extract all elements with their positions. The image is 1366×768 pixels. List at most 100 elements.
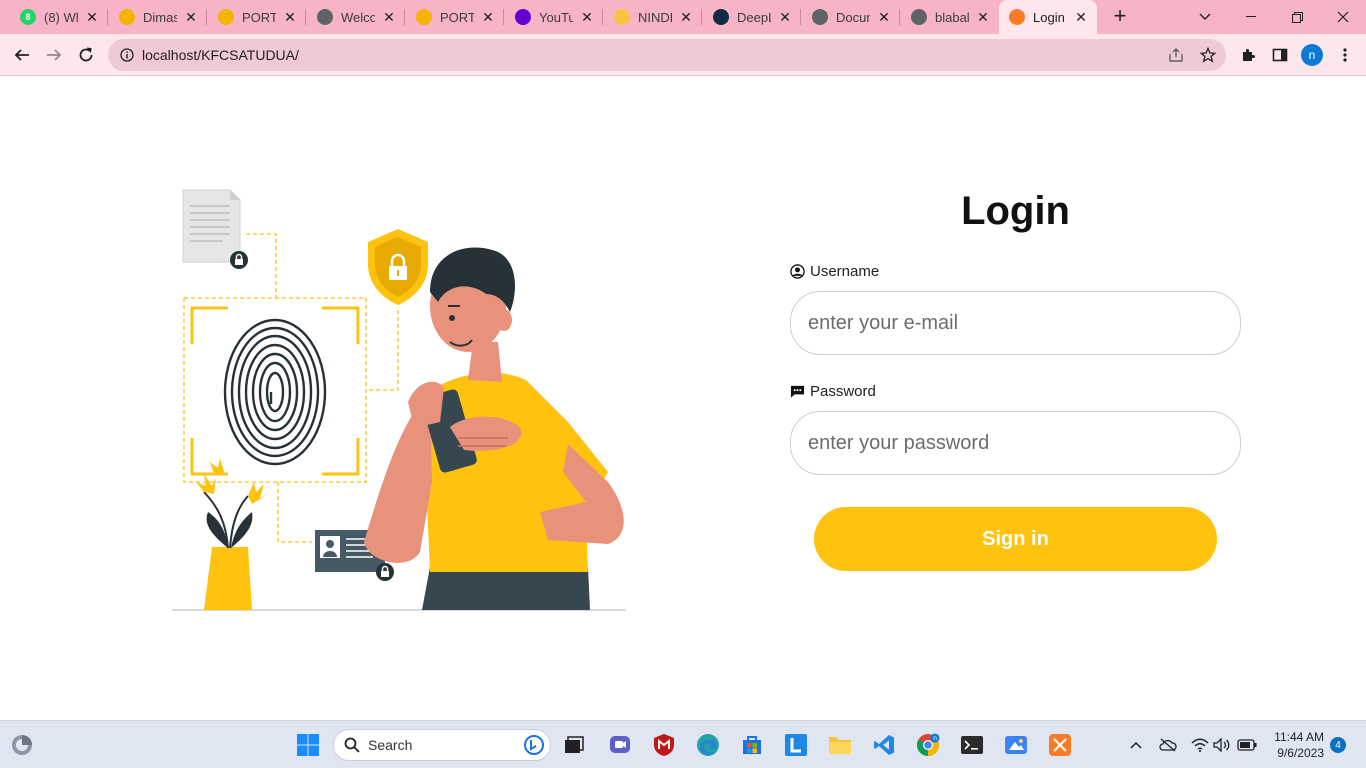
info-icon[interactable] — [120, 48, 134, 62]
tab-title: Welcome — [341, 9, 375, 25]
browser-tab[interactable]: 8 (8) WhatsApp ✕ — [10, 0, 108, 34]
close-window-button[interactable] — [1320, 0, 1366, 34]
browser-tab[interactable]: Welcome ✕ — [307, 0, 405, 34]
new-tab-button[interactable]: + — [1108, 5, 1132, 29]
extensions-puzzle-icon[interactable] — [1234, 41, 1262, 69]
xampp-icon — [1009, 9, 1025, 25]
tab-close-icon[interactable]: ✕ — [1073, 9, 1089, 25]
tab-close-icon[interactable]: ✕ — [777, 9, 793, 25]
microsoft-store-icon[interactable] — [736, 729, 768, 761]
password-label-text: Password — [810, 383, 876, 400]
address-bar[interactable]: localhost/KFCSATUDUA/ — [108, 39, 1226, 71]
taskbar-search-text: Search — [368, 737, 413, 753]
bookmark-star-icon[interactable] — [1194, 41, 1222, 69]
browser-tab[interactable]: blabalba ✕ — [901, 0, 999, 34]
username-input[interactable] — [790, 291, 1241, 355]
login-title: Login — [961, 189, 1070, 233]
tab-close-icon[interactable]: ✕ — [579, 9, 595, 25]
globe-icon — [317, 9, 333, 25]
google-drive-icon — [119, 9, 135, 25]
whatsapp-icon: 8 — [20, 9, 36, 25]
yahoo-icon — [515, 9, 531, 25]
browser-tab[interactable]: Login ✕ — [999, 0, 1097, 34]
windows-start-icon[interactable] — [292, 729, 324, 761]
sign-in-button[interactable]: Sign in — [814, 507, 1217, 571]
password-label: Password — [790, 383, 876, 400]
back-button[interactable] — [8, 41, 36, 69]
tab-title: YouTube — [539, 9, 573, 25]
learning-app-icon[interactable] — [780, 729, 812, 761]
tab-title: PORTOFOLIO — [440, 9, 474, 25]
share-icon[interactable] — [1162, 41, 1190, 69]
forward-button[interactable] — [40, 41, 68, 69]
tab-close-icon[interactable]: ✕ — [282, 9, 298, 25]
globe-icon — [911, 9, 927, 25]
browser-tab[interactable]: PORTOFOLIO ✕ — [406, 0, 504, 34]
task-view-icon[interactable] — [558, 729, 590, 761]
tab-title: PORTOFOLIO — [242, 9, 276, 25]
edge-icon[interactable] — [692, 729, 724, 761]
tab-close-icon[interactable]: ✕ — [876, 9, 892, 25]
tab-close-icon[interactable]: ✕ — [183, 9, 199, 25]
side-panel-icon[interactable] — [1266, 41, 1294, 69]
page-content: Login Username Password Sign in — [0, 77, 1366, 720]
browser-toolbar: localhost/KFCSATUDUA/ n — [0, 34, 1366, 76]
tab-close-icon[interactable]: ✕ — [975, 9, 991, 25]
document-icon — [182, 189, 248, 269]
svg-text:n: n — [933, 735, 937, 742]
vscode-icon[interactable] — [868, 729, 900, 761]
terminal-icon[interactable] — [956, 729, 988, 761]
minimize-button[interactable] — [1228, 0, 1274, 34]
xampp-icon[interactable] — [1044, 729, 1076, 761]
reload-icon — [79, 47, 93, 62]
teams-chat-icon[interactable] — [604, 729, 636, 761]
cloud-offline-icon[interactable] — [1158, 735, 1178, 755]
globe-icon — [812, 9, 828, 25]
username-label-text: Username — [810, 263, 880, 280]
tab-close-icon[interactable]: ✕ — [84, 9, 100, 25]
wifi-icon[interactable] — [1190, 735, 1210, 755]
reload-button[interactable] — [72, 41, 100, 69]
paint-app-icon[interactable] — [1000, 729, 1032, 761]
google-drive-icon — [218, 9, 234, 25]
chevron-up-icon[interactable] — [1126, 735, 1146, 755]
shield-icon — [368, 229, 428, 305]
user-circle-icon — [790, 264, 805, 279]
profile-avatar[interactable]: n — [1301, 44, 1323, 66]
tab-title: Document — [836, 9, 870, 25]
url-text[interactable]: localhost/KFCSATUDUA/ — [142, 47, 299, 63]
browser-tab[interactable]: PORTOFOLIO ✕ — [208, 0, 306, 34]
tab-close-icon[interactable]: ✕ — [480, 9, 496, 25]
tab-title: DeepL — [737, 9, 771, 25]
notification-badge[interactable]: 4 — [1330, 737, 1346, 753]
widgets-icon[interactable] — [6, 729, 38, 761]
login-illustration — [172, 189, 626, 611]
browser-tab[interactable]: YouTube ✕ — [505, 0, 603, 34]
volume-icon[interactable] — [1212, 735, 1232, 755]
file-explorer-icon[interactable] — [824, 729, 856, 761]
browser-tab[interactable]: DeepL ✕ — [703, 0, 801, 34]
chrome-icon[interactable]: n — [912, 729, 944, 761]
taskbar: Search n 11:44 AM 9/6/2023 4 — [0, 720, 1366, 768]
tab-search-icon[interactable] — [1182, 0, 1228, 34]
tab-title: Login — [1033, 9, 1065, 25]
browser-tab[interactable]: NINDHA ✕ — [604, 0, 702, 34]
taskbar-search-box[interactable]: Search — [333, 729, 551, 761]
browser-tab[interactable]: Dimas ✕ — [109, 0, 207, 34]
battery-icon[interactable] — [1237, 735, 1257, 755]
google-drive-icon — [416, 9, 432, 25]
restore-button[interactable] — [1274, 0, 1320, 34]
kebab-menu-icon[interactable] — [1331, 41, 1359, 69]
tab-separator — [503, 9, 504, 25]
tab-strip: 8(8) WhatsApp✕Dimas✕PORTOFOLIO✕Welcome✕P… — [0, 0, 1366, 34]
tab-close-icon[interactable]: ✕ — [381, 9, 397, 25]
password-input[interactable] — [790, 411, 1241, 475]
nindha-icon — [614, 9, 630, 25]
bing-icon[interactable] — [524, 735, 544, 755]
arrow-right-icon — [47, 49, 62, 61]
mcafee-icon[interactable] — [648, 729, 680, 761]
username-label: Username — [790, 263, 879, 280]
tab-close-icon[interactable]: ✕ — [678, 9, 694, 25]
system-clock[interactable]: 11:44 AM 9/6/2023 — [1262, 729, 1324, 761]
browser-tab[interactable]: Document ✕ — [802, 0, 900, 34]
